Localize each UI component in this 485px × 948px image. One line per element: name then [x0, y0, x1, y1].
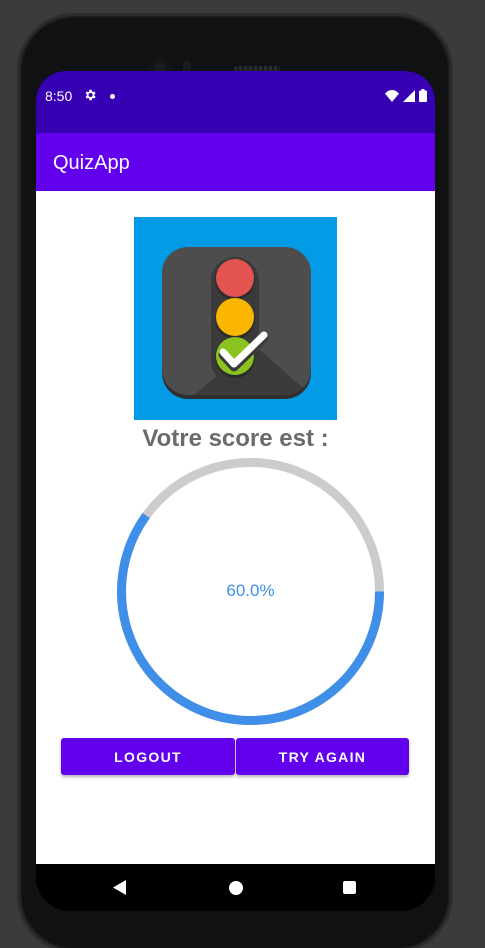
score-progress-ring: 60.0% — [116, 457, 385, 726]
device-screen: 8:50 QuizApp Votre score est: 60.0% LOG… — [36, 71, 435, 911]
result-screen: Votre score est : 60.0% LOGOUT TRY AGAIN — [36, 191, 435, 864]
try-again-button[interactable]: TRY AGAIN — [236, 738, 409, 775]
power-button — [449, 242, 453, 298]
home-icon[interactable] — [229, 881, 243, 895]
score-percent: 60.0% — [226, 581, 275, 600]
gear-icon — [85, 89, 96, 101]
volume-button — [449, 356, 453, 474]
notification-dot-icon — [110, 94, 115, 99]
score-title: Votre score est : — [142, 425, 329, 452]
signal-icon — [403, 89, 415, 102]
app-title: QuizApp — [53, 152, 130, 174]
navigation-bar — [36, 864, 435, 911]
back-icon[interactable] — [113, 880, 126, 895]
status-bar: 8:50 — [36, 71, 435, 133]
app-bar: QuizApp — [36, 133, 435, 191]
traffic-light-check-icon — [162, 247, 311, 399]
battery-icon — [419, 89, 427, 102]
status-time: 8:50 — [45, 88, 73, 104]
logout-button[interactable]: LOGOUT — [61, 738, 235, 775]
logo-image — [134, 217, 337, 420]
recents-icon[interactable] — [343, 881, 356, 894]
wifi-icon — [385, 89, 399, 102]
